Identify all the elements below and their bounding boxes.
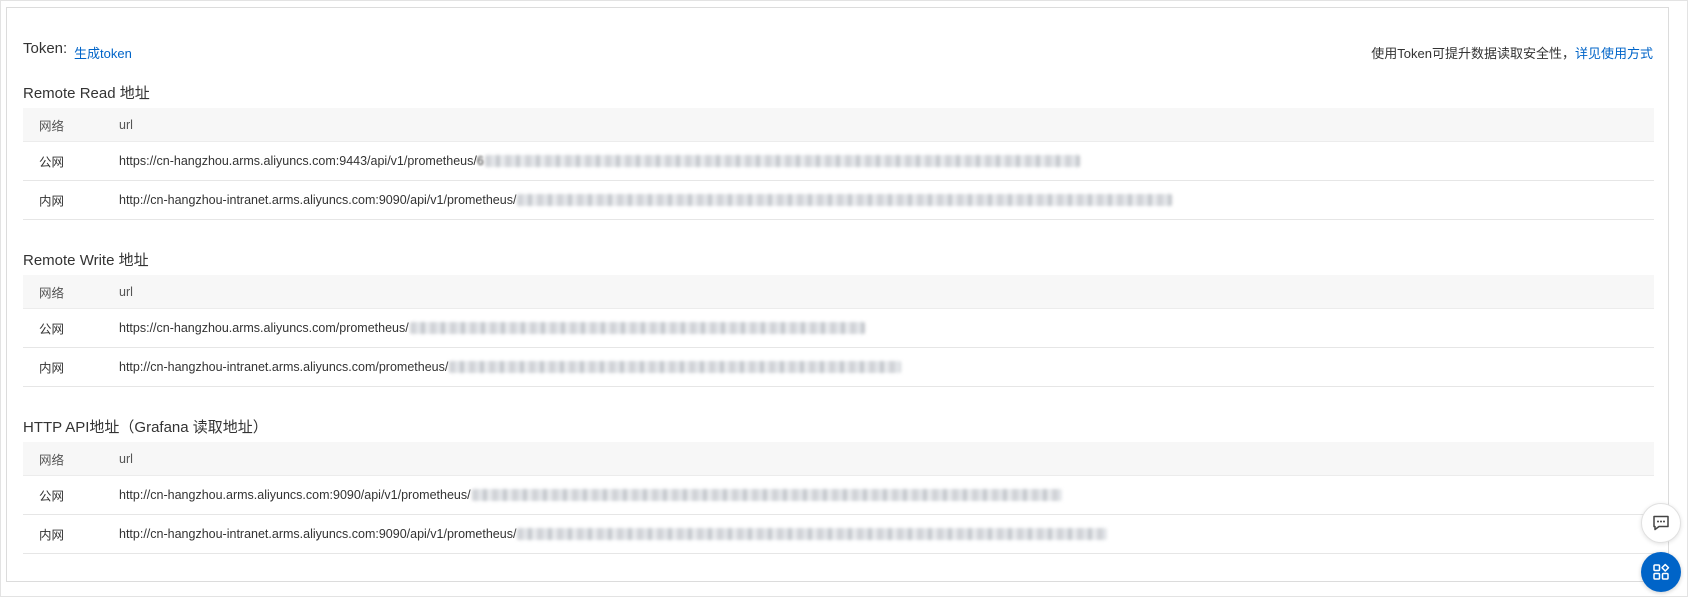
page-frame: Token: 生成token 使用Token可提升数据读取安全性，详见使用方式 … xyxy=(0,0,1688,597)
url-text: http://cn-hangzhou-intranet.arms.aliyunc… xyxy=(119,193,517,207)
url-cell[interactable]: http://cn-hangzhou-intranet.arms.aliyunc… xyxy=(119,360,902,374)
table-header: 网络 url xyxy=(23,442,1654,476)
http-api-title: HTTP API地址（Grafana 读取地址） xyxy=(23,419,268,436)
url-cell[interactable]: https://cn-hangzhou.arms.aliyuncs.com:94… xyxy=(119,154,1080,168)
remote-write-table: 网络 url 公网 https://cn-hangzhou.arms.aliyu… xyxy=(23,275,1654,387)
table-row: 公网 http://cn-hangzhou.arms.aliyuncs.com:… xyxy=(23,476,1654,515)
chat-button[interactable] xyxy=(1641,503,1681,543)
url-text: http://cn-hangzhou-intranet.arms.aliyunc… xyxy=(119,527,517,541)
token-label: Token: xyxy=(23,40,68,57)
table-header: 网络 url xyxy=(23,275,1654,309)
token-hint-text: 使用Token可提升数据读取安全性， xyxy=(1371,46,1575,61)
table-row: 公网 https://cn-hangzhou.arms.aliyuncs.com… xyxy=(23,309,1654,348)
redacted-segment xyxy=(484,155,1080,167)
usage-docs-link[interactable]: 详见使用方式 xyxy=(1575,46,1653,61)
endpoint-card: Token: 生成token 使用Token可提升数据读取安全性，详见使用方式 … xyxy=(6,7,1669,582)
remote-read-table: 网络 url 公网 https://cn-hangzhou.arms.aliyu… xyxy=(23,108,1654,220)
redacted-segment xyxy=(471,489,1062,501)
url-cell[interactable]: http://cn-hangzhou-intranet.arms.aliyunc… xyxy=(119,527,1108,541)
url-cell[interactable]: http://cn-hangzhou.arms.aliyuncs.com:909… xyxy=(119,488,1062,502)
table-row: 内网 http://cn-hangzhou-intranet.arms.aliy… xyxy=(23,348,1654,387)
url-text: https://cn-hangzhou.arms.aliyuncs.com/pr… xyxy=(119,321,409,335)
url-redacted-prefix: 6 xyxy=(476,154,484,168)
chat-bubble-icon xyxy=(1653,515,1669,531)
redacted-segment xyxy=(409,322,865,334)
url-column-header: url xyxy=(119,117,133,132)
url-column-header: url xyxy=(119,451,133,466)
url-cell[interactable]: http://cn-hangzhou-intranet.arms.aliyunc… xyxy=(119,193,1173,207)
apps-grid-icon xyxy=(1653,563,1670,580)
remote-read-title: Remote Read 地址 xyxy=(23,85,150,102)
table-row: 内网 http://cn-hangzhou-intranet.arms.aliy… xyxy=(23,181,1654,220)
network-cell: 公网 xyxy=(39,489,65,504)
url-column-header: url xyxy=(119,284,133,299)
table-row: 内网 http://cn-hangzhou-intranet.arms.aliy… xyxy=(23,515,1654,554)
http-api-table: 网络 url 公网 http://cn-hangzhou.arms.aliyun… xyxy=(23,442,1654,554)
network-column-header: 网络 xyxy=(39,286,65,300)
apps-menu-button[interactable] xyxy=(1641,552,1681,592)
table-row: 公网 https://cn-hangzhou.arms.aliyuncs.com… xyxy=(23,142,1654,181)
redacted-segment xyxy=(517,194,1173,206)
url-text: http://cn-hangzhou-intranet.arms.aliyunc… xyxy=(119,360,449,374)
redacted-segment xyxy=(517,528,1108,540)
table-header: 网络 url xyxy=(23,108,1654,142)
network-cell: 公网 xyxy=(39,155,65,170)
network-column-header: 网络 xyxy=(39,119,65,133)
network-cell: 内网 xyxy=(39,361,65,376)
network-cell: 内网 xyxy=(39,194,65,209)
url-cell[interactable]: https://cn-hangzhou.arms.aliyuncs.com/pr… xyxy=(119,321,865,335)
url-text: http://cn-hangzhou.arms.aliyuncs.com:909… xyxy=(119,488,471,502)
redacted-segment xyxy=(449,361,902,373)
network-cell: 公网 xyxy=(39,322,65,337)
token-row: Token: 生成token 使用Token可提升数据读取安全性，详见使用方式 xyxy=(23,36,1653,62)
remote-write-title: Remote Write 地址 xyxy=(23,252,149,269)
generate-token-link[interactable]: 生成token xyxy=(74,43,132,62)
token-hint: 使用Token可提升数据读取安全性，详见使用方式 xyxy=(1371,43,1653,62)
network-cell: 内网 xyxy=(39,528,65,543)
url-text: https://cn-hangzhou.arms.aliyuncs.com:94… xyxy=(119,154,477,168)
network-column-header: 网络 xyxy=(39,453,65,467)
